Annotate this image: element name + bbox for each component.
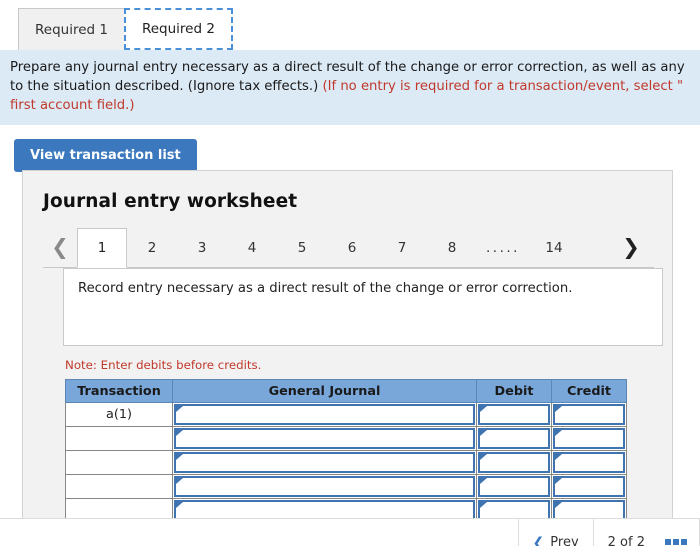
column-header-transaction: Transaction (65, 379, 173, 403)
grid-menu-icon[interactable] (659, 538, 699, 545)
tab-required-1-label: Required 1 (35, 21, 108, 38)
cell-debit[interactable] (476, 402, 552, 427)
instructions-line-3: first account field.) (10, 98, 135, 114)
credit-input[interactable] (553, 452, 625, 473)
cell-general-journal[interactable] (172, 402, 477, 427)
journal-entry-worksheet-panel: Journal entry worksheet ❮ 1 2 3 4 5 6 7 … (22, 170, 673, 546)
grid-dot (681, 538, 687, 545)
worksheet-page-5[interactable]: 5 (277, 228, 327, 267)
tab-required-2[interactable]: Required 2 (123, 8, 233, 50)
worksheet-page-7-label: 7 (397, 239, 407, 256)
grid-dot (673, 538, 679, 545)
credit-input[interactable] (553, 404, 625, 425)
credit-input[interactable] (553, 476, 625, 497)
table-row (65, 426, 627, 451)
column-header-credit: Credit (551, 379, 627, 403)
worksheet-title: Journal entry worksheet (43, 191, 298, 212)
instructions-line-2: to the situation described. (Ignore tax … (10, 77, 690, 96)
cell-transaction (65, 474, 173, 499)
debit-input[interactable] (478, 452, 550, 473)
cell-debit[interactable] (476, 474, 552, 499)
credit-input[interactable] (553, 428, 625, 449)
worksheet-pages-ellipsis: ..... (486, 239, 520, 256)
table-row (65, 450, 627, 475)
instructions-line-2-black: to the situation described. (Ignore tax … (10, 79, 323, 95)
grid-dot (665, 538, 671, 545)
worksheet-page-1-label: 1 (97, 240, 107, 256)
column-header-general-journal: General Journal (172, 379, 477, 403)
table-row (65, 474, 627, 499)
prev-button-label: Prev (550, 535, 579, 546)
tab-required-1[interactable]: Required 1 (18, 8, 125, 50)
cell-transaction: a(1) (65, 402, 173, 427)
instructions-line-1: Prepare any journal entry necessary as a… (10, 60, 685, 75)
view-transaction-list-button[interactable]: View transaction list (14, 139, 197, 173)
prev-button[interactable]: ❮ Prev (519, 529, 593, 546)
entry-description-box: Record entry necessary as a direct resul… (63, 268, 663, 346)
chevron-right-icon[interactable]: ❯ (614, 228, 648, 267)
table-row: a(1) (65, 402, 627, 427)
worksheet-pagination: ❮ 1 2 3 4 5 6 7 8 ..... 14 ❯ (43, 228, 654, 268)
worksheet-page-3[interactable]: 3 (177, 228, 227, 267)
cell-credit[interactable] (551, 474, 627, 499)
worksheet-page-14[interactable]: 14 (529, 228, 579, 267)
general-journal-input[interactable] (174, 428, 475, 449)
general-journal-input[interactable] (174, 452, 475, 473)
worksheet-page-1[interactable]: 1 (77, 228, 127, 268)
cell-credit[interactable] (551, 426, 627, 451)
worksheet-page-6-label: 6 (347, 239, 357, 256)
chevron-left-icon[interactable]: ❮ (43, 228, 77, 267)
requirement-tabstrip: Required 1 Required 2 (0, 0, 700, 50)
entry-description-text: Record entry necessary as a direct resul… (78, 281, 573, 296)
debit-input[interactable] (478, 404, 550, 425)
cell-transaction (65, 426, 173, 451)
cell-debit[interactable] (476, 450, 552, 475)
worksheet-page-4[interactable]: 4 (227, 228, 277, 267)
table-header-row: Transaction General Journal Debit Credit (65, 379, 627, 403)
cell-transaction (65, 450, 173, 475)
cell-debit[interactable] (476, 426, 552, 451)
bottom-navigation-bar: ❮ Prev 2 of 2 (0, 518, 700, 546)
worksheet-page-2-label: 2 (147, 239, 157, 256)
instructions-line-2-red: (If no entry is required for a transacti… (322, 79, 684, 95)
worksheet-page-4-label: 4 (247, 239, 257, 256)
worksheet-page-2[interactable]: 2 (127, 228, 177, 267)
general-journal-input[interactable] (174, 404, 475, 425)
worksheet-page-14-label: 14 (545, 239, 563, 256)
debits-before-credits-note: Note: Enter debits before credits. (65, 358, 262, 372)
column-header-debit: Debit (476, 379, 552, 403)
worksheet-page-8-label: 8 (447, 239, 457, 256)
worksheet-page-5-label: 5 (297, 239, 307, 256)
chevron-left-icon: ❮ (532, 534, 545, 546)
instructions-banner: Prepare any journal entry necessary as a… (0, 50, 700, 126)
cell-credit[interactable] (551, 450, 627, 475)
debit-input[interactable] (478, 428, 550, 449)
debit-input[interactable] (478, 476, 550, 497)
page-indicator: 2 of 2 (594, 529, 659, 546)
cell-credit[interactable] (551, 402, 627, 427)
journal-entry-table: Transaction General Journal Debit Credit… (65, 379, 627, 523)
worksheet-page-7[interactable]: 7 (377, 228, 427, 267)
worksheet-page-8[interactable]: 8 (427, 228, 477, 267)
page-indicator-label: 2 of 2 (607, 535, 645, 546)
cell-general-journal[interactable] (172, 450, 477, 475)
worksheet-page-3-label: 3 (197, 239, 207, 256)
tab-required-2-label: Required 2 (141, 21, 215, 37)
cell-general-journal[interactable] (172, 474, 477, 499)
cell-general-journal[interactable] (172, 426, 477, 451)
worksheet-page-6[interactable]: 6 (327, 228, 377, 267)
general-journal-input[interactable] (174, 476, 475, 497)
